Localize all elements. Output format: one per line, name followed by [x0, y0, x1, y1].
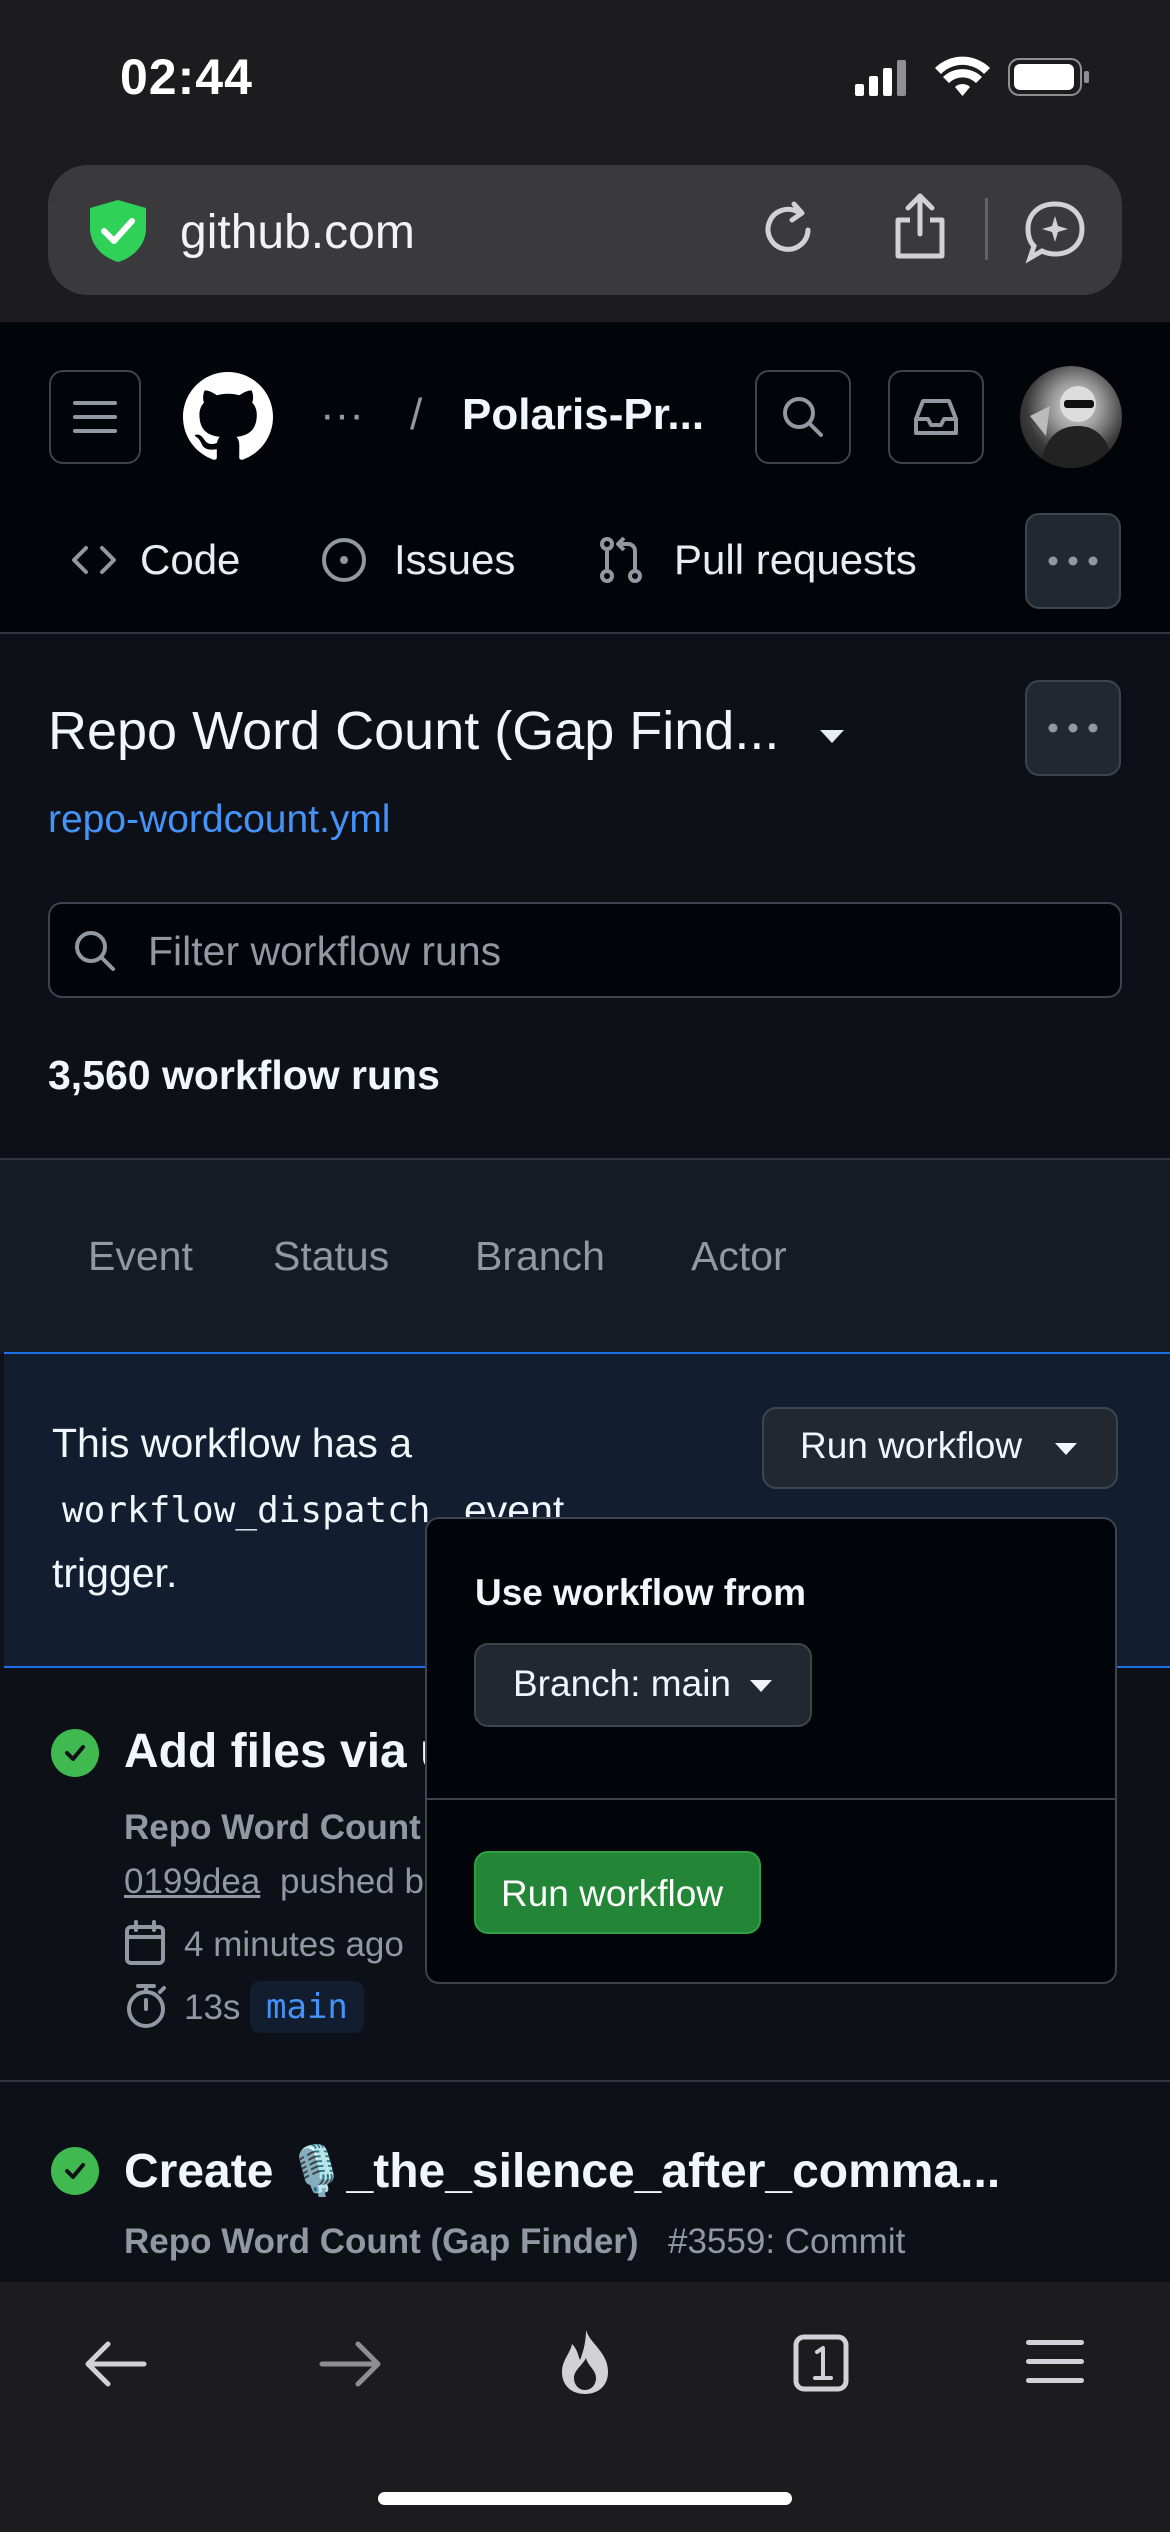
tabs-icon[interactable]	[793, 2334, 849, 2392]
shield-icon	[86, 198, 150, 264]
issue-opened-icon	[322, 538, 366, 582]
battery-icon	[1008, 58, 1090, 96]
wifi-icon	[935, 56, 990, 98]
share-icon[interactable]	[890, 192, 950, 262]
workflow-title[interactable]: Repo Word Count (Gap Find...	[48, 700, 779, 762]
run-workflow-name: Repo Word Count	[124, 1808, 421, 1847]
search-button[interactable]	[755, 370, 851, 464]
status-time: 02:44	[120, 49, 253, 105]
more-tabs-button[interactable]	[1025, 513, 1121, 609]
github-header	[0, 322, 1170, 634]
filter-event[interactable]: Event	[88, 1233, 193, 1280]
code-icon	[72, 546, 116, 574]
tab-pull-requests[interactable]: Pull requests	[598, 535, 917, 585]
filter-branch[interactable]: Branch	[475, 1233, 605, 1280]
kebab-horizontal-icon	[1048, 723, 1098, 733]
popover-divider	[427, 1798, 1115, 1800]
tab-pull-requests-label: Pull requests	[674, 536, 917, 583]
tab-issues[interactable]: Issues	[320, 535, 515, 585]
inbox-button[interactable]	[888, 370, 984, 464]
forward-icon[interactable]	[316, 2336, 386, 2392]
divider	[985, 198, 988, 260]
inbox-icon	[914, 399, 958, 435]
dispatch-code: workflow_dispatch	[62, 1490, 431, 1531]
run-workflow-name: Repo Word Count (Gap Finder)	[124, 2222, 639, 2261]
run-commit-sha[interactable]: 0199dea	[124, 1862, 260, 1902]
check-circle-icon	[51, 2147, 99, 2195]
dispatch-text-line1: This workflow has a	[52, 1420, 413, 1466]
back-icon[interactable]	[80, 2336, 150, 2392]
run-pushed-by: pushed b	[280, 1862, 425, 1901]
check-circle-icon	[51, 1729, 99, 1777]
calendar-icon	[124, 1920, 166, 1966]
signal-icon	[855, 60, 915, 96]
run-title[interactable]: Add files via u	[124, 1724, 449, 1779]
run-detail: #3559: Commit	[668, 2222, 906, 2261]
repo-name[interactable]: Polaris-Pr...	[462, 390, 704, 440]
workflow-file-link[interactable]: repo-wordcount.yml	[48, 798, 390, 842]
filter-actor[interactable]: Actor	[691, 1233, 787, 1280]
flame-icon[interactable]	[556, 2328, 614, 2396]
triangle-down-icon	[750, 1680, 772, 1692]
run-title[interactable]: Create 🎙️_the_silence_after_comma...	[124, 2142, 1000, 2199]
breadcrumb-separator: /	[410, 390, 423, 439]
branch-badge[interactable]: main	[250, 1981, 364, 2033]
stopwatch-icon	[124, 1982, 168, 2030]
filter-runs-placeholder[interactable]: Filter workflow runs	[148, 928, 501, 975]
popover-heading: Use workflow from	[475, 1572, 806, 1613]
tab-issues-label: Issues	[394, 536, 516, 583]
dispatch-text-line3: trigger.	[52, 1550, 178, 1596]
run-divider	[0, 2080, 1170, 2082]
search-icon	[72, 928, 118, 974]
filter-status[interactable]: Status	[273, 1233, 389, 1280]
menu-icon[interactable]	[1026, 2338, 1084, 2386]
tab-code[interactable]: Code	[70, 535, 240, 585]
run-duration: 13s	[184, 1988, 241, 2027]
branch-select-label[interactable]: Branch: main	[513, 1663, 731, 1705]
menu-button[interactable]	[49, 370, 141, 464]
run-time: 4 minutes ago	[184, 1925, 404, 1964]
tab-code-label: Code	[140, 536, 241, 583]
triangle-down-icon[interactable]	[820, 730, 844, 743]
workflow-more-button[interactable]	[1025, 680, 1121, 776]
kebab-horizontal-icon	[1048, 556, 1098, 566]
url-text[interactable]: github.com	[180, 205, 415, 260]
run-workflow-dropdown-label[interactable]: Run workflow	[800, 1425, 1022, 1467]
home-indicator	[378, 2492, 792, 2505]
assistant-icon[interactable]	[1022, 198, 1088, 264]
breadcrumb-more[interactable]: ···	[320, 390, 364, 440]
github-logo-icon[interactable]	[183, 372, 273, 462]
triangle-down-icon	[1055, 1443, 1077, 1455]
reload-icon[interactable]	[758, 200, 818, 260]
avatar[interactable]	[1020, 366, 1122, 468]
search-icon	[783, 397, 823, 437]
workflow-runs-count: 3,560 workflow runs	[48, 1052, 440, 1098]
run-workflow-submit-label[interactable]: Run workflow	[501, 1873, 723, 1915]
git-pull-request-icon	[600, 536, 642, 583]
hamburger-icon	[73, 401, 117, 433]
